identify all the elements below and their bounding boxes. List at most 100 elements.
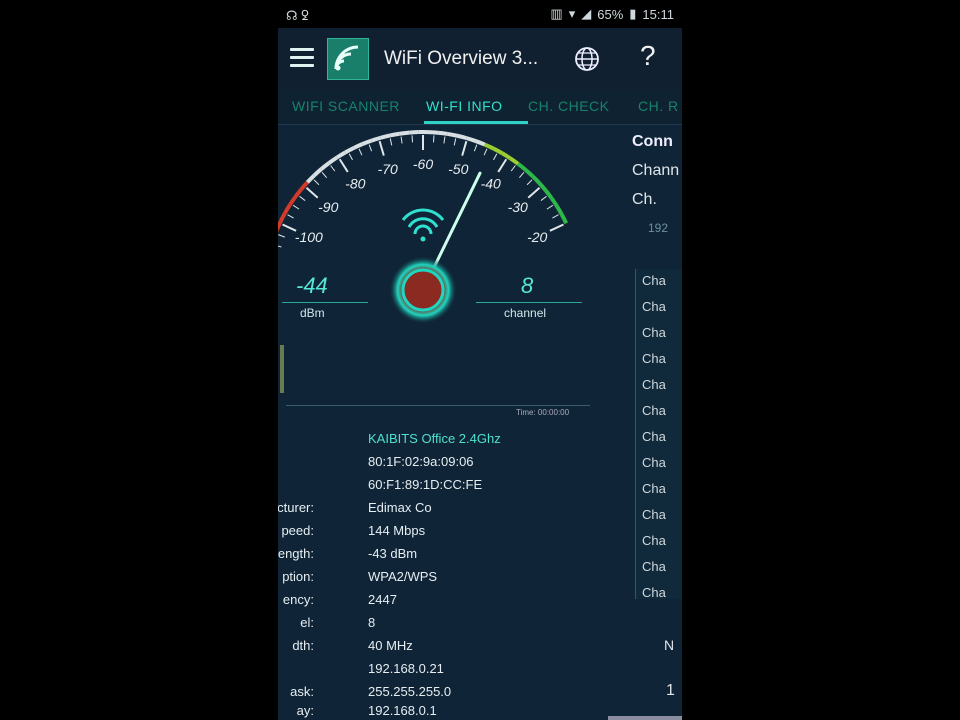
notification-icons: ☊ ꝿ (286, 8, 309, 23)
info-value-bssid: 80:1F:02:9a:09:06 (368, 454, 474, 469)
info-value-ssid: KAIBITS Office 2.4Ghz (368, 431, 501, 446)
connection-footer-label: N (664, 637, 675, 653)
gauge-arc-segment (492, 146, 503, 155)
app-bar: WiFi Overview 3... ? (278, 28, 682, 90)
signal-unit: dBm (300, 306, 325, 320)
gauge-tick (321, 172, 328, 178)
channel-row: Cha (642, 559, 666, 574)
signal-gauge: -100 -90 -80 -70 -60 -50 -40 -30 -20 -44 dBm 8 c… (278, 125, 618, 417)
channel-row: Cha (642, 455, 666, 470)
globe-icon[interactable] (574, 46, 600, 72)
info-value-manufacturer: Edimax Co (368, 500, 432, 515)
gauge-tick (292, 204, 300, 210)
gauge-tick (389, 138, 393, 146)
gauge-arc-segment (389, 131, 400, 138)
info-label-gateway: ay: (296, 703, 314, 718)
channel-row: Cha (642, 481, 666, 496)
gauge-arc-segment (428, 130, 439, 135)
gauge-tick-label: -90 (318, 199, 338, 215)
graph-time-label: Time: 00:00:00 (516, 408, 570, 417)
gauge-arc-segment (524, 168, 535, 178)
gauge-tick-label: -100 (295, 229, 323, 245)
gauge-tick (443, 136, 446, 144)
gauge-arc-segment (483, 142, 495, 151)
gauge-tick-label: -70 (378, 161, 398, 177)
gauge-tick (378, 140, 385, 156)
info-label-speed: peed: (281, 523, 314, 538)
clock: 15:11 (642, 6, 674, 22)
mute-icon: ▥ (550, 6, 563, 21)
tab-wifi-info[interactable]: WI-FI INFO (426, 98, 503, 114)
info-label-netmask: ask: (290, 684, 314, 699)
channel-row: Cha (642, 585, 666, 600)
gauge-arc-segment (447, 131, 458, 138)
tab-wifi-scanner[interactable]: WIFI SCANNER (292, 98, 400, 114)
gauge-tick (527, 187, 541, 199)
info-label-encryption: ption: (282, 569, 314, 584)
channel-row: Cha (642, 533, 666, 548)
gauge-arc-segment (335, 150, 347, 160)
info-label-width: dth: (292, 638, 314, 653)
gauge-tick (330, 165, 336, 172)
active-tab-indicator (424, 121, 528, 124)
tab-channel-rating[interactable]: CH. R (638, 98, 679, 114)
connection-panel: Conn Chann Ch. 192 Cha Cha Cha Cha Cha C… (628, 125, 682, 720)
channel-list: Cha Cha Cha Cha Cha Cha Cha Cha Cha Cha … (635, 269, 682, 600)
info-value-netmask: 255.255.255.0 (368, 684, 452, 699)
gauge-tick (510, 165, 516, 172)
help-icon[interactable]: ? (640, 40, 656, 72)
app-title: WiFi Overview 3... (384, 48, 539, 69)
gauge-tick (348, 153, 353, 161)
gauge-hub-center (401, 268, 445, 312)
gauge-tick (473, 144, 478, 152)
tab-channel-check[interactable]: CH. CHECK (528, 98, 610, 114)
gauge-tick (400, 136, 403, 144)
channel-row: Cha (642, 403, 666, 418)
connection-ch-label: Ch. (632, 191, 657, 208)
gauge-arc-segment (344, 146, 355, 155)
gauge-arc-segment (475, 139, 486, 147)
connection-ip-label: 192 (648, 221, 669, 235)
gauge-arc-segment (560, 213, 569, 225)
gauge-tick (518, 172, 525, 178)
info-value-width: 40 MHz (368, 638, 413, 653)
info-label-frequency: ency: (282, 592, 314, 607)
gauge-arc-segment (531, 174, 541, 185)
info-value-strength: -43 dBm (368, 546, 418, 561)
gauge-tick-label: -20 (527, 229, 547, 245)
channel-divider (476, 302, 582, 303)
gauge-arc-segment (380, 133, 391, 140)
info-label-manufacturer: facturer: (278, 500, 314, 515)
gauge-arc-segment (544, 189, 554, 200)
connection-footer-value: 1 (666, 682, 675, 699)
cell-signal-icon: ◢ (581, 6, 592, 21)
gauge-arc-segment (399, 130, 410, 136)
gauge-tick (299, 195, 306, 201)
app-logo (327, 38, 369, 80)
gauge-arc-segment (437, 130, 449, 136)
graph-baseline (286, 405, 590, 406)
gauge-arc-segment (278, 212, 287, 223)
gauge-arc-segment (361, 138, 373, 146)
gauge-tick-label: -80 (345, 176, 365, 192)
gauge-arc-segment (320, 161, 331, 171)
menu-icon[interactable] (290, 48, 314, 68)
info-label-channel: el: (300, 615, 314, 630)
channel-row: Cha (642, 507, 666, 522)
wifi-symbol-icon (401, 208, 445, 242)
signal-readout: -44 (296, 273, 328, 298)
channel-row: Cha (642, 273, 666, 288)
gauge-tick (526, 179, 533, 186)
info-value-frequency: 2447 (368, 592, 397, 607)
gauge-arc-segment (283, 204, 292, 215)
channel-row: Cha (642, 429, 666, 444)
gauge-tick (368, 144, 373, 152)
gauge-arc-segment (538, 181, 548, 192)
gauge-arc-segment (509, 156, 520, 166)
channel-row: Cha (642, 299, 666, 314)
battery-icon: ▮ (629, 6, 637, 21)
wifi-info-list: KAIBITS Office 2.4Ghz 80:1F:02:9a:09:06 … (278, 425, 628, 720)
gauge-arc-segment (465, 136, 477, 143)
signal-divider (282, 302, 368, 303)
gauge-tick (497, 158, 508, 173)
